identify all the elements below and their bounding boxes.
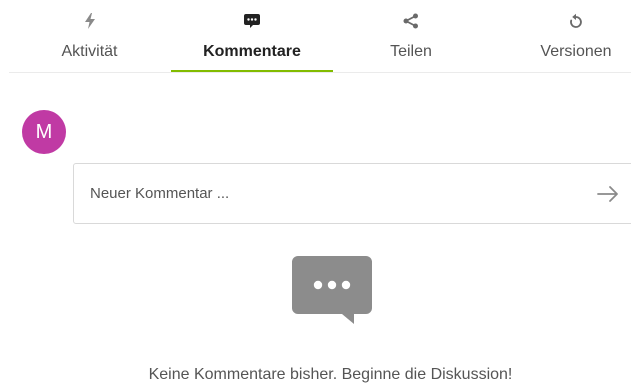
tab-activity[interactable]: Aktivität	[42, 0, 137, 73]
arrow-right-icon[interactable]	[596, 182, 620, 206]
tab-versions-label: Versionen	[540, 43, 612, 60]
tab-bar: Aktivität Kommentare Teilen Versionen	[0, 0, 631, 73]
empty-comments-icon	[292, 256, 372, 324]
tab-comments-label: Kommentare	[203, 43, 301, 60]
lightning-icon	[84, 13, 95, 29]
avatar-initial: M	[35, 120, 53, 143]
comment-icon	[244, 14, 260, 28]
history-icon	[570, 13, 582, 28]
empty-state-message: Keine Kommentare bisher. Beginne die Dis…	[148, 366, 513, 383]
tab-activity-label: Aktivität	[61, 43, 118, 60]
share-icon	[403, 13, 418, 29]
avatar: M	[22, 110, 66, 154]
comment-input-box[interactable]: Neuer Kommentar ...	[73, 163, 631, 224]
tab-share[interactable]: Teilen	[363, 0, 459, 73]
tab-share-label: Teilen	[390, 43, 432, 60]
tab-bar-divider	[9, 72, 631, 73]
tab-comments[interactable]: Kommentare	[171, 0, 333, 73]
comment-input[interactable]: Neuer Kommentar ...	[90, 185, 229, 202]
tab-versions[interactable]: Versionen	[526, 0, 626, 73]
